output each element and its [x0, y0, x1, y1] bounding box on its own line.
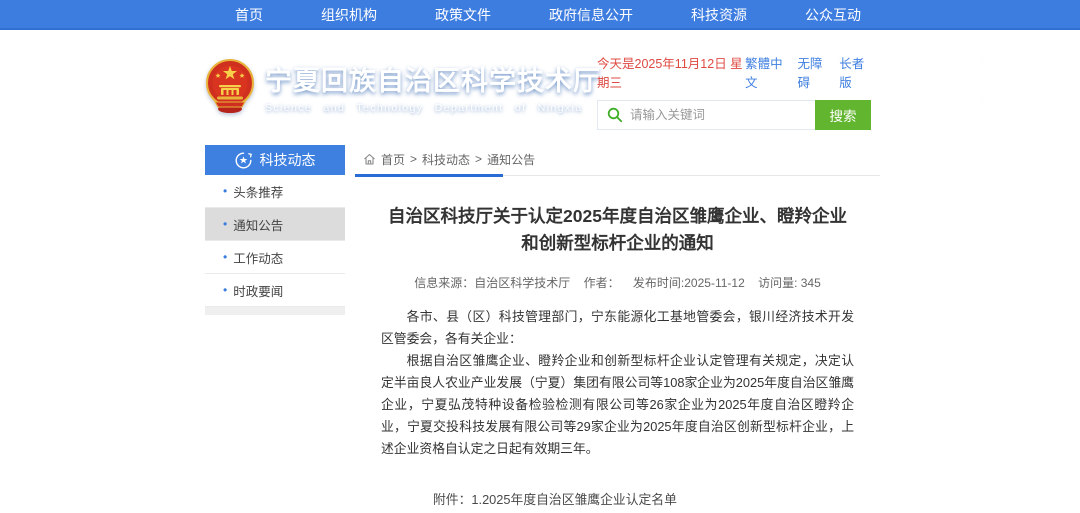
attachments-label: 附件： — [433, 489, 471, 513]
sidebar-title: 科技动态 — [260, 150, 316, 170]
national-emblem-logo — [205, 58, 255, 114]
sidebar-header: 科技动态 — [205, 145, 345, 175]
bullet-dot-icon: • — [223, 250, 227, 264]
sidebar-item-work-dynamics[interactable]: • 工作动态 — [205, 241, 345, 274]
current-date-text: 今天是2025年11月12日 星期三 — [597, 53, 745, 91]
nav-item-sci-tech-resources[interactable]: 科技资源 — [691, 5, 747, 25]
search-input[interactable] — [630, 102, 816, 128]
meta-author: 作者： — [584, 276, 620, 290]
home-icon — [363, 153, 376, 166]
bullet-dot-icon: • — [223, 283, 227, 297]
star-circle-icon — [235, 152, 252, 169]
article-title: 自治区科技厅关于认定2025年度自治区雏鹰企业、瞪羚企业 和创新型标杆企业的通知 — [381, 203, 854, 257]
nav-item-gov-info-disclosure[interactable]: 政府信息公开 — [549, 5, 633, 25]
top-navigation-bar: 首页 组织机构 政策文件 政府信息公开 科技资源 公众互动 — [0, 0, 1080, 30]
nav-item-home[interactable]: 首页 — [235, 5, 263, 25]
sidebar-footer-strip — [205, 307, 345, 315]
cloud-decoration — [0, 25, 220, 135]
search-icon — [607, 107, 623, 123]
article-body: 各市、县（区）科技管理部门，宁东能源化工基地管委会，银川经济技术开发区管委会，各… — [381, 306, 854, 460]
search-box: 搜索 — [597, 100, 871, 130]
meta-publish-time: 发布时间:2025-11-12 — [633, 276, 745, 290]
link-traditional-chinese[interactable]: 繁體中文 — [745, 53, 787, 91]
article-title-line1: 自治区科技厅关于认定2025年度自治区雏鹰企业、瞪羚企业 — [381, 203, 854, 230]
breadcrumb-sci-tech-news[interactable]: 科技动态 — [422, 151, 470, 168]
site-title: 宁夏回族自治区科学技术厅 — [265, 59, 601, 98]
link-elder-version[interactable]: 长者版 — [839, 53, 871, 91]
sidebar-item-label: 头条推荐 — [233, 182, 283, 201]
breadcrumb-separator: > — [475, 152, 482, 166]
article-title-line2: 和创新型标杆企业的通知 — [381, 230, 854, 257]
breadcrumb-notices[interactable]: 通知公告 — [487, 151, 535, 168]
cloud-decoration — [0, 290, 100, 410]
sidebar-item-label: 时政要闻 — [233, 281, 283, 300]
sidebar-item-headline-recommend[interactable]: • 头条推荐 — [205, 175, 345, 208]
link-accessibility[interactable]: 无障碍 — [797, 53, 829, 91]
site-subtitle: Science and Technology Department of Nin… — [265, 102, 601, 114]
cloud-decoration — [930, 120, 1080, 230]
article-meta: 信息来源：自治区科学技术厅 作者： 发布时间:2025-11-12 访问量: 3… — [381, 274, 854, 291]
sidebar-item-label: 工作动态 — [233, 248, 283, 267]
header-utilities: 今天是2025年11月12日 星期三 繁體中文 无障碍 长者版 搜索 — [597, 53, 871, 130]
article: 自治区科技厅关于认定2025年度自治区雏鹰企业、瞪羚企业 和创新型标杆企业的通知… — [355, 203, 880, 513]
breadcrumb-accent-underline — [355, 174, 503, 177]
sidebar-item-current-politics[interactable]: • 时政要闻 — [205, 274, 345, 307]
article-paragraph: 根据自治区雏鹰企业、瞪羚企业和创新型标杆企业认定管理有关规定，决定认定半亩良人农… — [381, 350, 854, 460]
bullet-dot-icon: • — [223, 184, 227, 198]
attachment-link-eagle-list[interactable]: 1.2025年度自治区雏鹰企业认定名单 — [471, 489, 715, 511]
breadcrumb-separator: > — [410, 152, 417, 166]
breadcrumb: 首页 > 科技动态 > 通知公告 — [355, 143, 880, 176]
sidebar: 科技动态 • 头条推荐 • 通知公告 • 工作动态 • 时政要闻 — [205, 145, 345, 315]
meta-source: 信息来源：自治区科学技术厅 — [414, 276, 570, 290]
breadcrumb-home[interactable]: 首页 — [381, 151, 405, 168]
sidebar-item-notices[interactable]: • 通知公告 — [205, 208, 345, 241]
article-paragraph: 各市、县（区）科技管理部门，宁东能源化工基地管委会，银川经济技术开发区管委会，各… — [381, 306, 854, 350]
site-brand: 宁夏回族自治区科学技术厅 Science and Technology Depa… — [205, 58, 601, 114]
search-button[interactable]: 搜索 — [815, 100, 871, 130]
main-container: 科技动态 • 头条推荐 • 通知公告 • 工作动态 • 时政要闻 — [205, 143, 880, 513]
sidebar-item-label: 通知公告 — [233, 215, 283, 234]
content-panel: 首页 > 科技动态 > 通知公告 自治区科技厅关于认定2025年度自治区雏鹰企业… — [355, 143, 880, 513]
attachments-block: 附件： 1.2025年度自治区雏鹰企业认定名单 2.2025年度自治区瞪羚企业认… — [433, 489, 854, 513]
page-background: 首页 组织机构 政策文件 政府信息公开 科技资源 公众互动 宁夏回族自治区科学技… — [0, 0, 1080, 513]
meta-views: 访问量: 345 — [758, 276, 821, 290]
bullet-dot-icon: • — [223, 217, 227, 231]
nav-item-organization[interactable]: 组织机构 — [321, 5, 377, 25]
nav-item-policy-documents[interactable]: 政策文件 — [435, 5, 491, 25]
nav-item-public-interaction[interactable]: 公众互动 — [805, 5, 861, 25]
